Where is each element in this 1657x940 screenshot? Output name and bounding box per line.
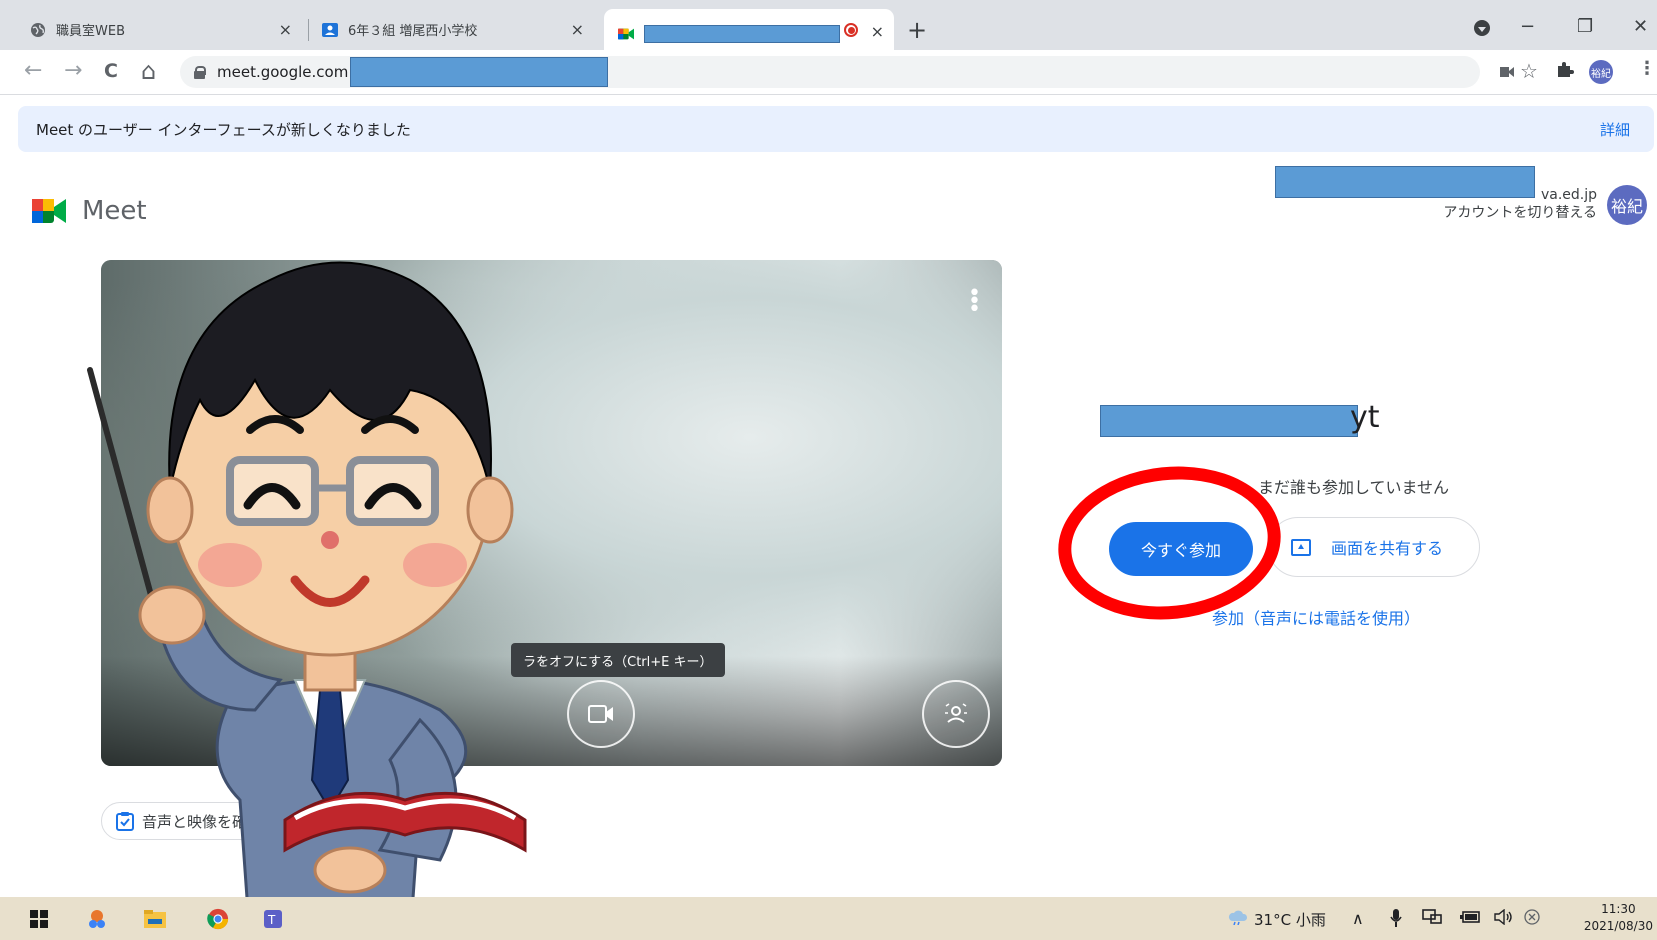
extensions-icon[interactable] — [1556, 60, 1574, 83]
bookmark-star-icon[interactable]: ☆ — [1520, 59, 1538, 83]
weather-text[interactable]: 31°C 小雨 — [1254, 909, 1326, 930]
volume-icon[interactable] — [1494, 908, 1514, 929]
redacted-meeting-code — [1100, 405, 1358, 437]
chrome-icon[interactable] — [207, 908, 229, 930]
redacted-tab-title — [644, 25, 840, 43]
clock-time: 11:30 — [1601, 902, 1636, 916]
close-icon[interactable]: × — [279, 20, 292, 39]
menu-icon[interactable]: ⋮ — [1638, 58, 1656, 79]
meet-logo-icon — [32, 199, 66, 223]
lock-icon — [194, 66, 206, 79]
new-tab-button[interactable]: + — [907, 17, 927, 43]
svg-text:T: T — [267, 913, 276, 927]
meet-logo[interactable]: Meet — [32, 196, 147, 226]
account-info: va.ed.jp アカウントを切り替える — [1443, 186, 1597, 222]
restore-button[interactable]: ❐ — [1577, 16, 1593, 37]
notification-blocked-icon[interactable] — [1524, 909, 1540, 929]
tab-title: 6年３組 増尾西小学校 — [348, 24, 478, 39]
taskbar: T 31°C 小雨 ∧ 11:30 2021/08/30 — [0, 897, 1657, 940]
weather-icon[interactable] — [1228, 909, 1248, 929]
participants-status: まだ誰も参加していません — [1258, 478, 1450, 497]
banner-text: Meet のユーザー インターフェースが新しくなりました — [36, 120, 411, 139]
recording-icon — [844, 23, 858, 37]
home-button[interactable]: ⌂ — [141, 58, 156, 84]
microphone-icon[interactable] — [1390, 909, 1402, 931]
share-label: 画面を共有する — [1331, 539, 1444, 558]
share-screen-button[interactable]: 画面を共有する — [1268, 517, 1480, 577]
camera-toggle-button[interactable] — [567, 680, 635, 748]
url-text: meet.google.com — [217, 63, 349, 81]
reload-button[interactable]: C — [104, 58, 118, 84]
clock-date: 2021/08/30 — [1583, 919, 1653, 933]
close-icon[interactable]: × — [571, 20, 584, 39]
camera-icon — [588, 705, 613, 723]
visual-effects-button[interactable] — [922, 680, 990, 748]
tab-search-icon[interactable] — [1474, 20, 1490, 36]
tab-title: 職員室WEB — [56, 24, 125, 39]
back-button[interactable]: ← — [24, 58, 42, 84]
account-email: va.ed.jp — [1540, 187, 1597, 203]
meet-brand-text: Meet — [82, 196, 147, 226]
teacher-illustration — [87, 261, 527, 940]
network-icon[interactable] — [1422, 909, 1442, 929]
present-screen-icon — [1291, 538, 1311, 556]
forward-button[interactable]: → — [64, 58, 82, 84]
meet-icon — [618, 26, 634, 42]
banner-details-link[interactable]: 詳細 — [1600, 119, 1630, 140]
ui-update-banner: Meet のユーザー インターフェースが新しくなりました 詳細 — [18, 106, 1654, 152]
battery-icon[interactable] — [1460, 909, 1480, 927]
camera-in-use-icon[interactable] — [1500, 62, 1514, 82]
account-avatar[interactable]: 裕紀 — [1607, 185, 1647, 225]
tab-separator — [308, 19, 309, 41]
tab-staff-room[interactable]: 職員室WEB × — [30, 9, 302, 50]
file-explorer-icon[interactable] — [144, 908, 166, 930]
meeting-title-suffix: yt — [1350, 400, 1380, 435]
close-window-button[interactable]: ✕ — [1633, 16, 1648, 37]
tab-class-6-3[interactable]: 6年３組 増尾西小学校 × — [322, 9, 594, 50]
teams-icon[interactable]: T — [262, 908, 284, 930]
switch-account-link[interactable]: アカウントを切り替える — [1443, 204, 1597, 222]
address-bar[interactable]: meet.google.com — [180, 56, 1480, 88]
redacted-url-path — [350, 57, 609, 87]
globe-icon — [30, 22, 46, 38]
profile-avatar[interactable]: 裕紀 — [1589, 60, 1613, 84]
classroom-icon — [322, 22, 338, 38]
close-icon[interactable]: × — [871, 22, 884, 41]
snipping-tool-icon[interactable] — [86, 908, 108, 930]
tray-caret-icon[interactable]: ∧ — [1352, 909, 1364, 928]
join-by-phone-link[interactable]: 参加（音声には電話を使用） — [1212, 605, 1420, 629]
more-options-icon[interactable]: ••• — [968, 283, 981, 321]
browser-toolbar: ← → C ⌂ meet.google.com ☆ 裕紀 ⋮ — [0, 50, 1657, 95]
minimize-button[interactable]: − — [1520, 16, 1535, 37]
windows-start-icon[interactable] — [28, 908, 50, 930]
effects-icon — [945, 703, 967, 723]
system-clock[interactable]: 11:30 2021/08/30 — [1584, 901, 1653, 935]
